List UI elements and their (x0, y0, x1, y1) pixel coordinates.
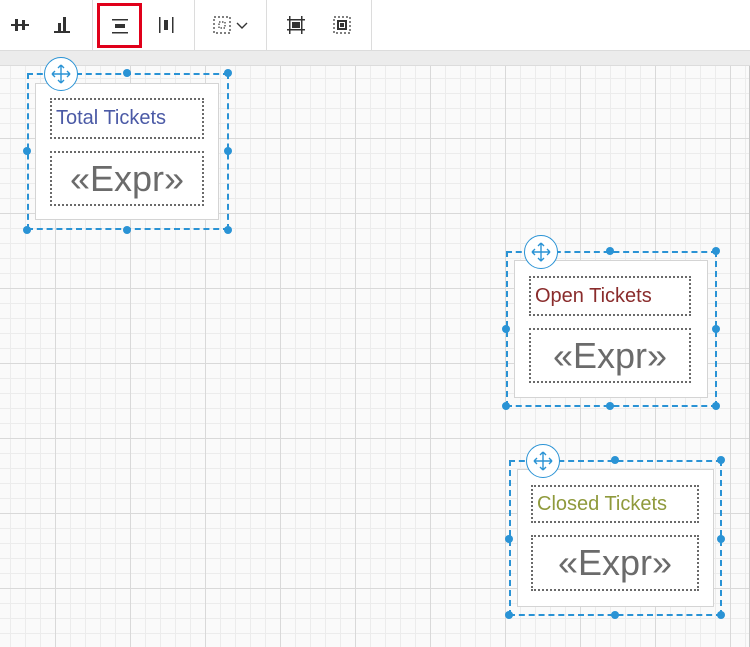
card-title-text: Closed Tickets (537, 492, 668, 515)
align-bottoms-button[interactable] (42, 5, 82, 45)
align-bottoms-icon (54, 17, 70, 33)
canvas-ruler-strip (0, 51, 750, 66)
resize-handle[interactable] (505, 611, 513, 619)
bring-to-front-icon (287, 16, 305, 34)
card-title-text: Total Tickets (56, 107, 167, 129)
move-handle-icon[interactable] (526, 444, 560, 478)
distribute-horizontal-button[interactable] (146, 5, 186, 45)
resize-handle[interactable] (606, 247, 614, 255)
card-expression[interactable]: «Expr» (531, 535, 699, 591)
resize-handle[interactable] (712, 325, 720, 333)
resize-handle[interactable] (505, 535, 513, 543)
expression-text: «Expr» (557, 542, 673, 583)
card-expression[interactable]: «Expr» (529, 328, 691, 383)
resize-handle[interactable] (502, 325, 510, 333)
distribute-horizontal-icon (159, 17, 174, 33)
resize-handle[interactable] (611, 456, 619, 464)
card-expression[interactable]: «Expr» (50, 151, 204, 206)
resize-handle[interactable] (712, 402, 720, 410)
resize-handle[interactable] (224, 226, 232, 234)
resize-handle[interactable] (123, 226, 131, 234)
expression-text: «Expr» (552, 334, 668, 376)
resize-handle[interactable] (712, 247, 720, 255)
size-to-grid-dropdown[interactable] (208, 5, 258, 45)
expression-text: «Expr» (69, 157, 185, 199)
card-title-text: Open Tickets (535, 284, 652, 307)
card-title[interactable]: Closed Tickets (531, 485, 699, 523)
size-to-grid-dropdown-icon (213, 16, 248, 34)
align-centers-vertical-button[interactable] (0, 5, 40, 45)
resize-handle[interactable] (502, 402, 510, 410)
align-middles-icon (111, 18, 128, 33)
resize-handle[interactable] (717, 535, 725, 543)
resize-handle[interactable] (23, 226, 31, 234)
move-handle-icon[interactable] (524, 235, 558, 269)
send-to-back-icon (333, 16, 351, 34)
resize-handle[interactable] (224, 69, 232, 77)
send-to-back-button[interactable] (322, 5, 362, 45)
resize-handle[interactable] (717, 456, 725, 464)
resize-handle[interactable] (123, 69, 131, 77)
resize-handle[interactable] (611, 611, 619, 619)
toolbar (0, 0, 750, 51)
resize-handle[interactable] (717, 611, 725, 619)
resize-handle[interactable] (224, 147, 232, 155)
move-handle-icon[interactable] (44, 57, 78, 91)
card-title[interactable]: Total Tickets (50, 98, 204, 139)
card-title[interactable]: Open Tickets (529, 276, 691, 316)
align-centers-vertical-icon (11, 19, 29, 31)
bring-to-front-button[interactable] (276, 5, 316, 45)
align-middles-button[interactable] (97, 3, 142, 48)
resize-handle[interactable] (606, 402, 614, 410)
resize-handle[interactable] (23, 147, 31, 155)
